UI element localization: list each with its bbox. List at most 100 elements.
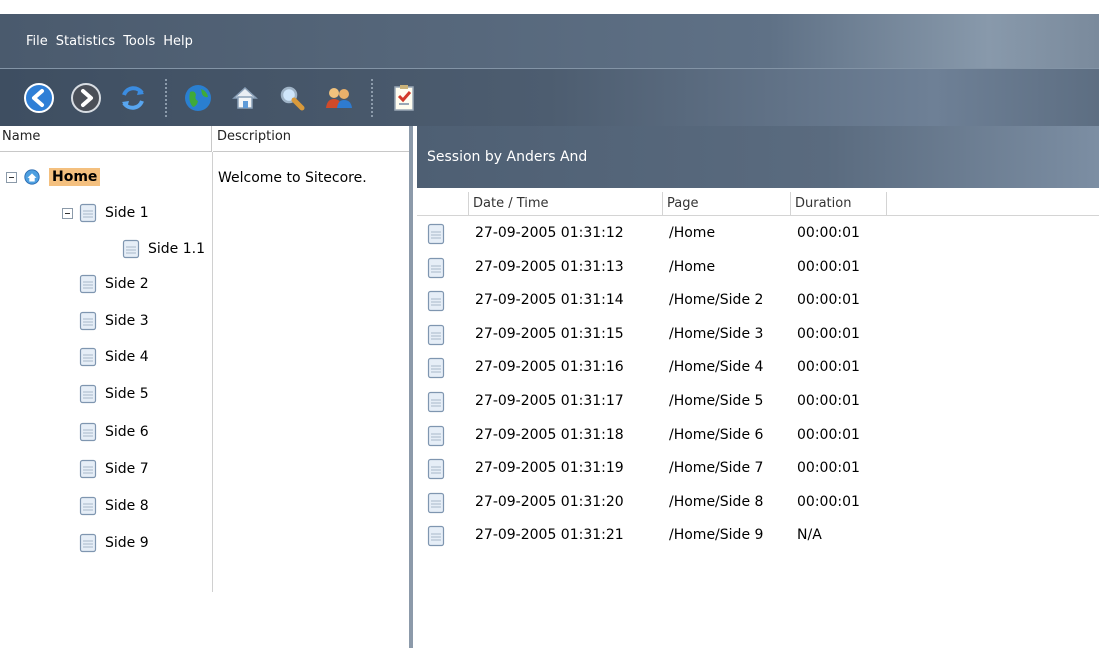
cell-duration: N/A [797,527,822,544]
checklist-icon[interactable] [387,81,421,115]
globe-icon[interactable] [181,81,215,115]
column-header-name[interactable]: Name [0,126,212,152]
tree-item-label: Home [49,168,101,186]
document-icon [79,311,97,331]
collapse-toggle[interactable] [6,171,17,183]
cell-page: /Home/Side 2 [669,292,764,309]
menu-help[interactable]: Help [163,34,193,49]
column-header-icon[interactable] [417,192,469,216]
cell-duration: 00:00:01 [797,258,860,275]
back-icon[interactable] [22,81,56,115]
document-icon [427,291,445,312]
cell-datetime: 27-09-2005 01:31:14 [475,292,624,309]
forward-icon[interactable] [69,81,103,115]
cell-page: /Home/Side 3 [669,325,764,342]
session-panel: Session by Anders And Date / Time Page D… [417,126,1099,648]
cell-datetime: 27-09-2005 01:31:19 [475,460,624,477]
cell-page: /Home [669,225,716,241]
table-row[interactable]: 27-09-2005 01:31:18/Home/Side 6 00:00:01 [417,420,1099,453]
document-icon [427,223,445,245]
document-icon [427,459,445,480]
cell-datetime: 27-09-2005 01:31:20 [475,493,624,510]
toolbar-separator [371,78,373,117]
tree-item-label: Side 7 [105,461,149,477]
cell-page: /Home/Side 6 [669,426,764,443]
cell-page: /Home/Side 4 [669,359,764,376]
table-row[interactable]: 27-09-2005 01:31:16/Home/Side 4 00:00:01 [417,352,1099,385]
cell-duration: 00:00:01 [797,460,860,477]
cell-datetime: 27-09-2005 01:31:21 [475,527,624,544]
cell-duration: 00:00:01 [797,493,860,510]
menu-bar: File Statistics Tools Help [0,0,1099,68]
tree-item-label: Side 5 [105,386,149,402]
table-row[interactable]: 27-09-2005 01:31:12/Home 00:00:01 [417,218,1099,251]
tree-item-side-1[interactable]: Side 1 [62,198,149,228]
cell-page: /Home/Side 7 [669,460,764,477]
menu-file[interactable]: File [26,34,48,49]
cell-duration: 00:00:01 [797,325,860,342]
tree-item-side-4[interactable]: Side 4 [79,342,149,372]
document-icon [427,358,445,379]
table-row[interactable]: 27-09-2005 01:31:21/Home/Side 9 N/A [417,520,1099,553]
table-row[interactable]: 27-09-2005 01:31:19/Home/Side 7 00:00:01 [417,453,1099,486]
tree-item-side-1-1[interactable]: Side 1.1 [122,234,205,264]
cell-datetime: 27-09-2005 01:31:18 [475,426,624,443]
tree-item-side-2[interactable]: Side 2 [79,269,149,299]
toolbar [0,68,1099,126]
document-icon [79,347,97,367]
cell-datetime: 27-09-2005 01:31:17 [475,393,624,409]
cell-datetime: 27-09-2005 01:31:12 [475,225,624,241]
session-grid-header: Date / Time Page Duration [417,192,1099,216]
session-title: Session by Anders And [427,149,588,165]
tree-item-side-3[interactable]: Side 3 [79,306,149,336]
column-header-page[interactable]: Page [663,192,791,216]
tree-item-label: Side 4 [105,349,149,365]
column-header-duration[interactable]: Duration [791,192,887,216]
cell-duration: 00:00:01 [797,426,860,443]
cell-duration: 00:00:01 [797,225,860,241]
document-icon [427,391,445,413]
tree-item-side-7[interactable]: Side 7 [79,454,149,484]
cell-datetime: 27-09-2005 01:31:16 [475,359,624,376]
document-icon [427,526,445,547]
tree-item-home[interactable]: Home [6,162,101,192]
search-icon[interactable] [275,81,309,115]
table-row[interactable]: 27-09-2005 01:31:14/Home/Side 2 00:00:01 [417,285,1099,318]
table-row[interactable]: 27-09-2005 01:31:15/Home/Side 3 00:00:01 [417,319,1099,352]
tree-item-side-5[interactable]: Side 5 [79,379,149,409]
cell-page: /Home/Side 5 [669,393,764,409]
tree-item-label: Side 3 [105,313,149,329]
tree-panel: Name Description Home Welcome to Sitecor… [0,126,413,648]
cell-page: /Home/Side 8 [669,493,764,510]
document-icon [79,496,97,516]
home-globe-icon [24,169,40,185]
column-header-description[interactable]: Description [213,126,409,152]
document-icon [427,425,445,446]
document-icon [79,459,97,479]
users-icon[interactable] [322,81,356,115]
refresh-icon[interactable] [116,81,150,115]
collapse-toggle[interactable] [62,207,73,219]
menu-statistics[interactable]: Statistics [56,34,115,49]
cell-duration: 00:00:01 [797,359,860,376]
cell-duration: 00:00:01 [797,393,860,409]
cell-datetime: 27-09-2005 01:31:13 [475,258,624,275]
cell-page: /Home [669,258,716,275]
tree-item-side-6[interactable]: Side 6 [79,417,149,447]
home-icon[interactable] [228,81,262,115]
tree-item-label: Side 1.1 [148,241,205,257]
cell-datetime: 27-09-2005 01:31:15 [475,325,624,342]
tree-item-side-8[interactable]: Side 8 [79,491,149,521]
table-row[interactable]: 27-09-2005 01:31:17/Home/Side 5 00:00:01 [417,386,1099,419]
tree-item-side-9[interactable]: Side 9 [79,528,149,558]
tree-item-label: Side 2 [105,276,149,292]
column-header-datetime[interactable]: Date / Time [469,192,663,216]
document-icon [79,274,97,294]
menu-tools[interactable]: Tools [123,34,155,49]
document-icon [122,239,140,259]
table-row[interactable]: 27-09-2005 01:31:13/Home 00:00:01 [417,252,1099,285]
document-icon [427,257,445,278]
table-row[interactable]: 27-09-2005 01:31:20/Home/Side 8 00:00:01 [417,487,1099,520]
panel-splitter[interactable] [409,126,413,648]
column-divider [212,152,213,592]
